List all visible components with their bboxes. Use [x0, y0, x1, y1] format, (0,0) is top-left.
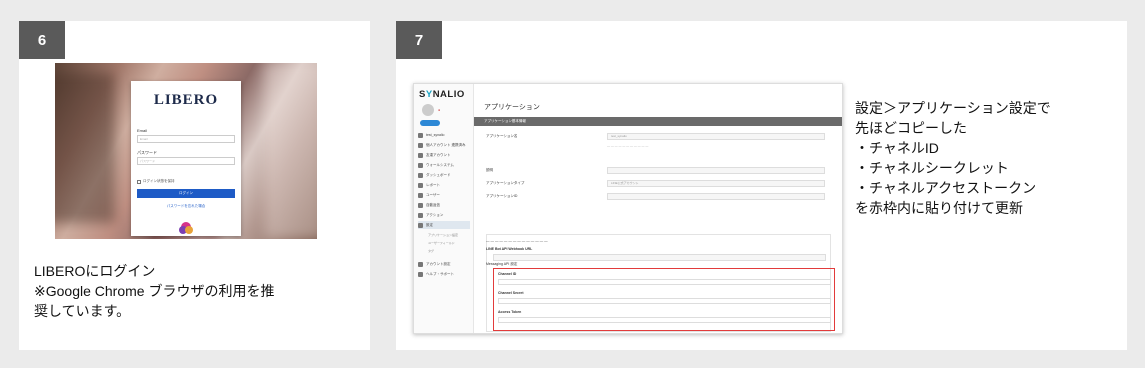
caption-line: ・チャネルID	[855, 140, 939, 156]
caption-line: ・チャネルアクセストークン	[855, 180, 1037, 196]
nav-icon	[418, 152, 423, 158]
access-token-label: Access Token	[498, 310, 522, 314]
remember-label: ログイン状態を保持	[143, 179, 175, 183]
sidebar-item[interactable]: ユーザー	[418, 191, 470, 199]
caption-line: 先ほどコピーした	[855, 120, 967, 136]
caption-line: ※Google Chrome ブラウザの利用を推	[34, 283, 275, 299]
sidebar-item[interactable]: ヘルプ・サポート	[418, 270, 470, 278]
sidebar-item[interactable]: 個人アカウント 連携済み	[418, 141, 470, 149]
sidebar-item[interactable]: 自動返信	[418, 201, 470, 209]
app-type-select[interactable]: LINE公式アカウント	[607, 180, 825, 187]
subnav-item[interactable]: アプリケーション設定	[428, 233, 458, 237]
sidebar-item[interactable]: アクション	[418, 211, 470, 219]
sidebar-item[interactable]: 友達アカウント	[418, 151, 470, 159]
synalio-logo: SYNALIO	[419, 89, 465, 100]
nav-icon	[418, 162, 423, 168]
channel-id-field[interactable]	[498, 279, 831, 285]
step-7-caption: 設定＞アプリケーション設定で 先ほどコピーした ・チャネルID ・チャネルシーク…	[855, 98, 1115, 218]
nav-icon	[418, 142, 423, 148]
channel-id-label: Channel ID	[498, 272, 517, 276]
access-token-field[interactable]	[498, 317, 831, 323]
nav-icon	[418, 132, 423, 138]
caption-line: を赤枠内に貼り付けて更新	[855, 200, 1023, 216]
nav-icon	[418, 261, 423, 267]
subnav-item[interactable]: タグ	[428, 249, 434, 253]
caption-line: 奨しています。	[34, 303, 131, 319]
sidebar-item-settings[interactable]: 設定	[418, 221, 470, 229]
field-label: 説明	[486, 168, 493, 172]
avatar	[422, 104, 434, 116]
caption-line: ・チャネルシークレット	[855, 160, 1009, 176]
sidebar-item[interactable]: test_synalio	[418, 131, 470, 139]
map-pin-icon	[179, 222, 193, 234]
nav-icon	[418, 182, 423, 188]
webhook-url-field	[493, 254, 826, 261]
checkbox-icon	[137, 179, 141, 184]
nav-icon	[418, 212, 423, 218]
messaging-label: Messaging API 設定	[486, 262, 518, 266]
login-button[interactable]: ログイン	[137, 189, 235, 198]
step-6-card: 6 LIBERO Email Email パスワード パスワード ログイン状態を…	[19, 21, 370, 350]
libero-logo: LIBERO	[153, 92, 219, 108]
caption-line: 設定＞アプリケーション設定で	[855, 100, 1051, 116]
password-label: パスワード	[137, 150, 157, 155]
gear-icon	[418, 222, 423, 228]
field-label: アプリケーションタイプ	[486, 181, 525, 185]
step-7-badge: 7	[396, 21, 442, 59]
step-6-caption: LIBEROにログイン ※Google Chrome ブラウザの利用を推 奨して…	[34, 261, 364, 321]
section-note: ― ― ― ― ― ― ― ― ― ― ― ― ― ―	[486, 239, 548, 243]
forgot-password-link[interactable]: パスワードを忘れた場合	[131, 204, 241, 209]
field-label: アプリケーション名	[486, 134, 518, 138]
channel-secret-field[interactable]	[498, 298, 831, 304]
synalio-screenshot: SYNALIO ● test_synalio 個人アカウント 連携済み 友達アカ…	[413, 83, 843, 334]
user-name: ●	[438, 108, 441, 112]
password-field[interactable]: パスワード	[137, 157, 235, 165]
nav-icon	[418, 172, 423, 178]
caption-line: LIBEROにログイン	[34, 263, 156, 279]
sidebar-item[interactable]: ウォールシステム	[418, 161, 470, 169]
login-panel: LIBERO Email Email パスワード パスワード ログイン状態を保持…	[131, 81, 241, 236]
sidebar-item[interactable]: ダッシュボード	[418, 171, 470, 179]
sidebar-item[interactable]: アカウント設定	[418, 260, 470, 268]
email-label: Email	[137, 128, 148, 133]
libero-login-screenshot: LIBERO Email Email パスワード パスワード ログイン状態を保持…	[55, 63, 317, 239]
app-id-field	[607, 193, 825, 200]
field-label: アプリケーションID	[486, 194, 518, 198]
field-note: ― ― ― ― ― ― ― ― ― ― ―	[607, 144, 649, 148]
remember-checkbox[interactable]: ログイン状態を保持	[137, 179, 175, 184]
app-name-field[interactable]: test_synalio	[607, 133, 825, 140]
sidebar: SYNALIO ● test_synalio 個人アカウント 連携済み 友達アカ…	[414, 84, 474, 333]
status-badge	[420, 120, 440, 126]
email-field[interactable]: Email	[137, 135, 235, 143]
step-7-card: 7 SYNALIO ● test_synalio 個人アカウント 連携済み 友達…	[396, 21, 1127, 350]
sidebar-item[interactable]: レポート	[418, 181, 470, 189]
nav-icon	[418, 202, 423, 208]
page-title: アプリケーション	[484, 104, 540, 111]
webhook-label: LINE Bot API Webhook URL	[486, 247, 533, 251]
description-field[interactable]	[607, 167, 825, 174]
section-header: アプリケーション基本情報	[474, 117, 842, 126]
subnav-item[interactable]: ユーザーフィールド	[428, 241, 455, 245]
channel-secret-label: Channel Secret	[498, 291, 524, 295]
step-6-badge: 6	[19, 21, 65, 59]
nav-icon	[418, 192, 423, 198]
nav-icon	[418, 271, 423, 277]
